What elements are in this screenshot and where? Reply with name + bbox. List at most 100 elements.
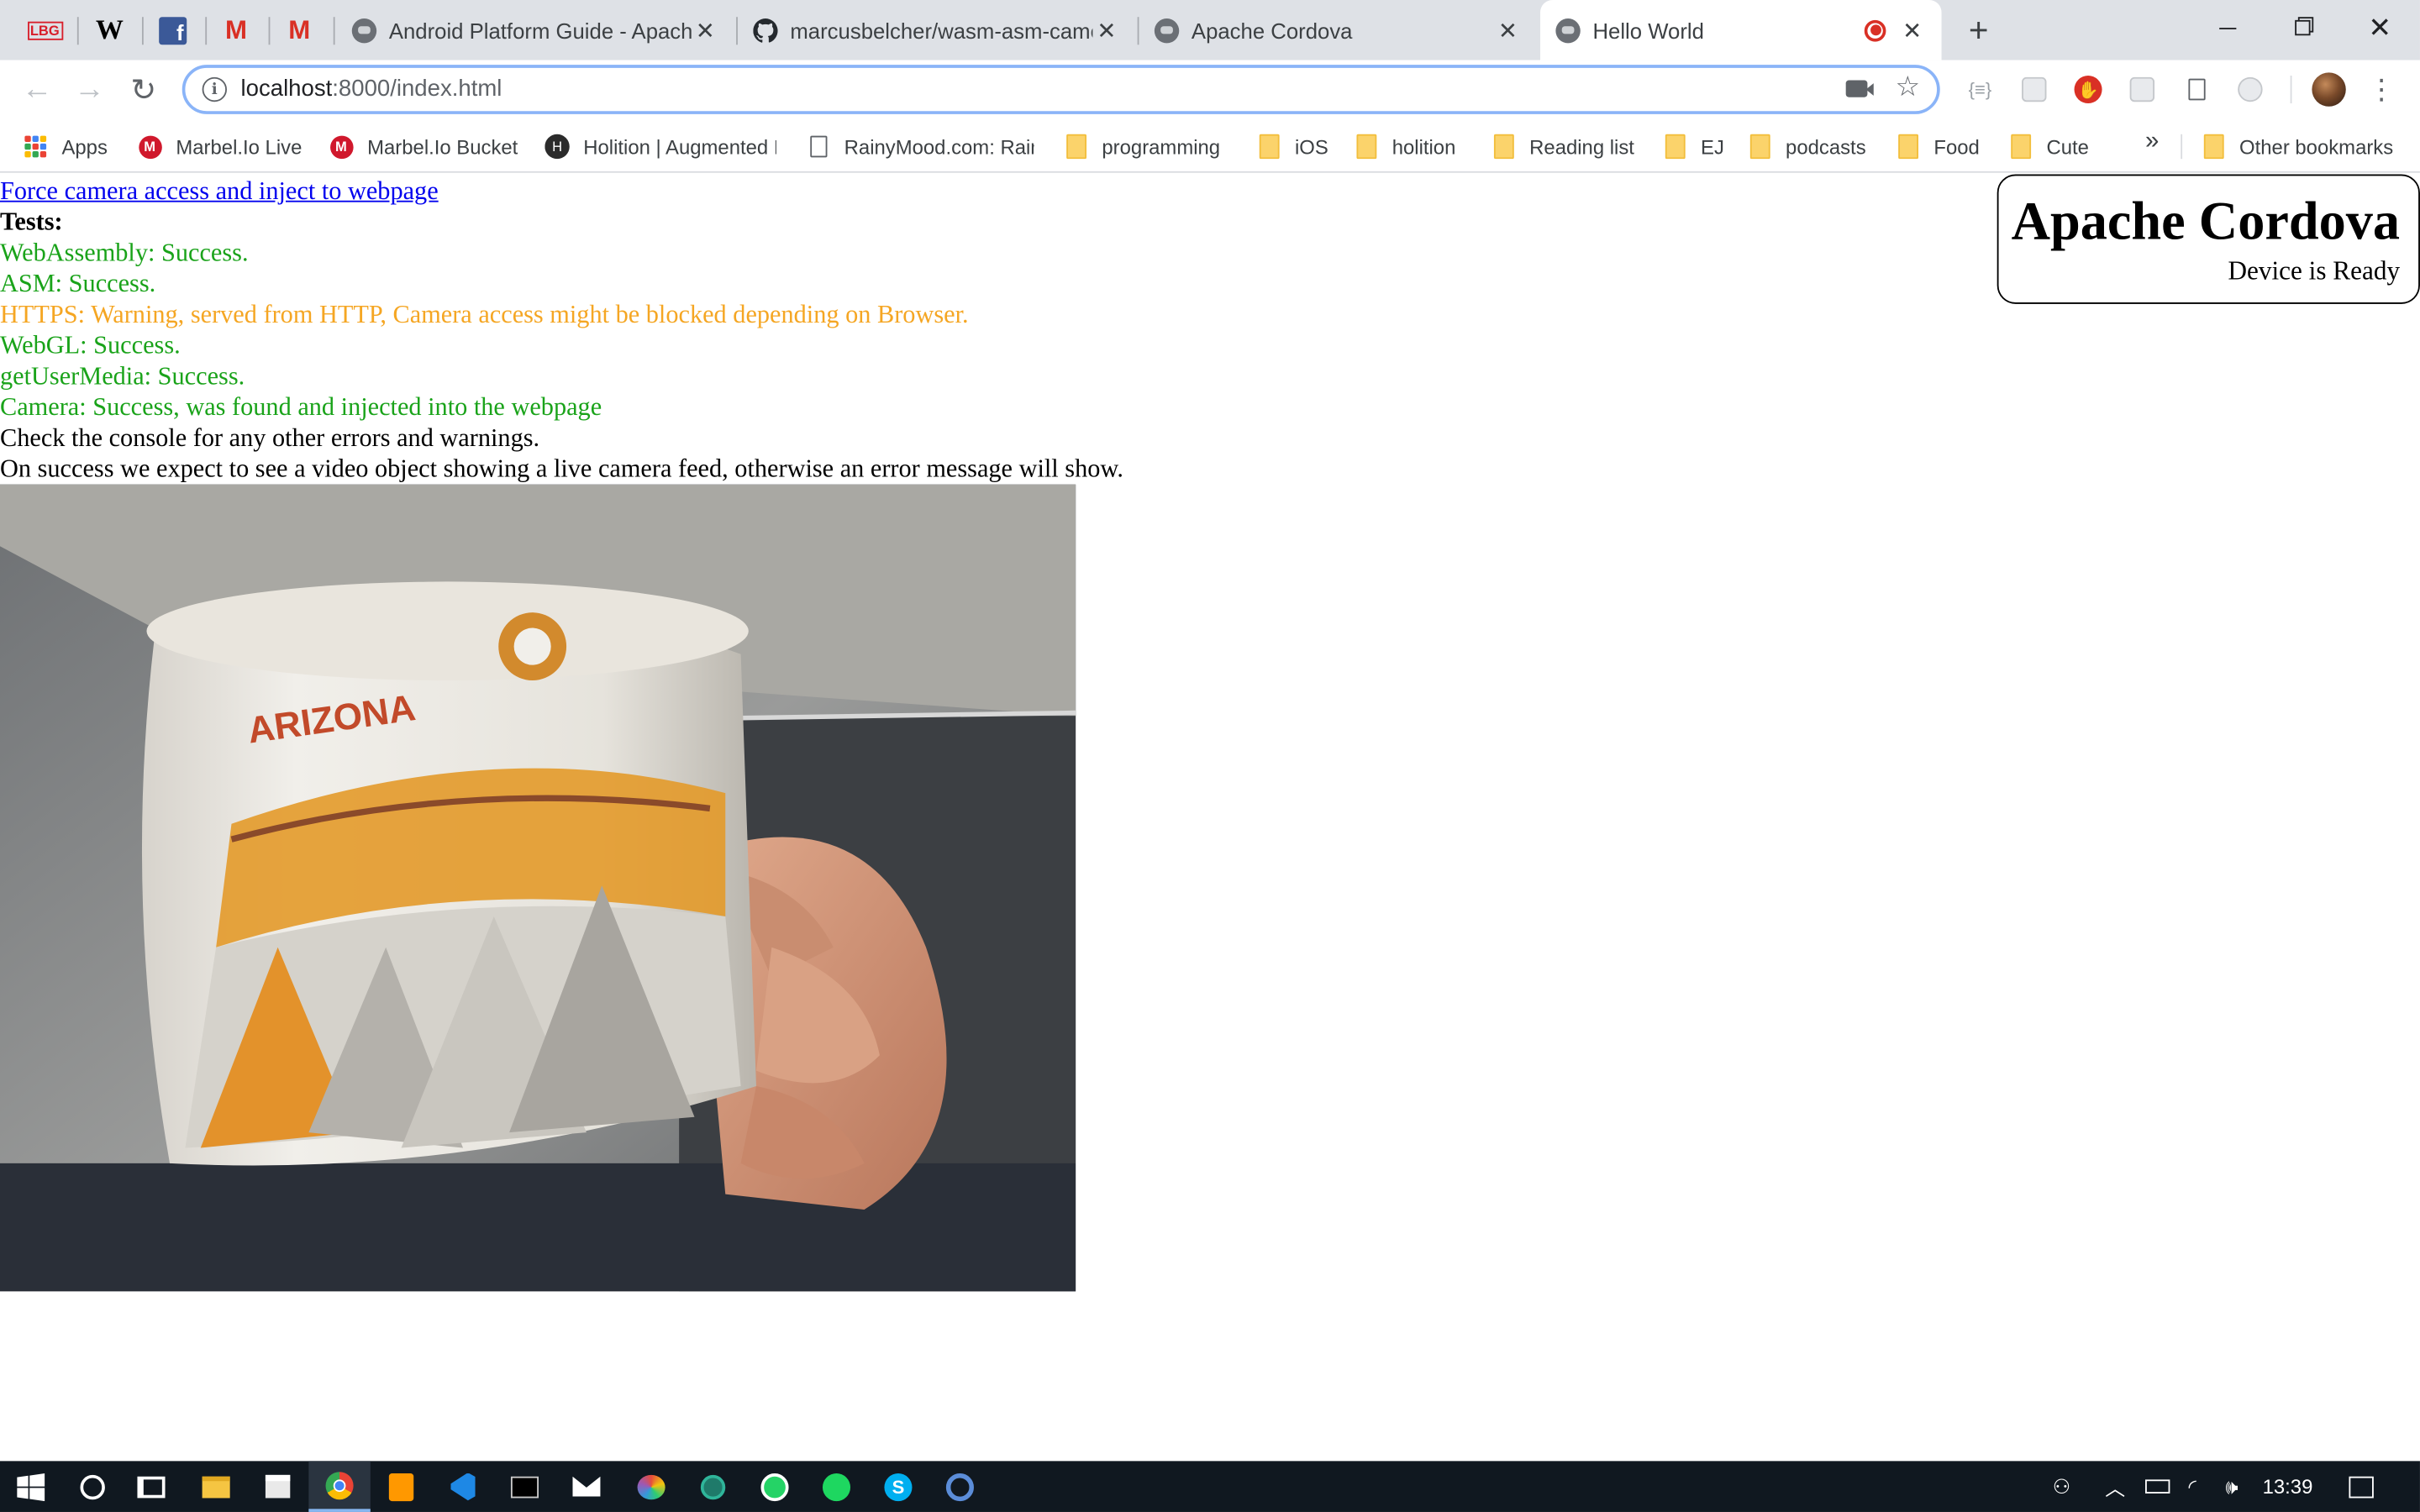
extension-icon[interactable] <box>2235 74 2266 105</box>
bookmark-label: programming <box>1102 134 1221 159</box>
taskbar-app-blue[interactable] <box>929 1461 991 1512</box>
tab-title: Android Platform Guide - Apache Cordova <box>388 18 692 43</box>
bookmark-folder-ej[interactable]: EJ <box>1662 131 1724 162</box>
tab-android-platform-guide[interactable]: Android Platform Guide - Apache Cordova … <box>336 0 734 60</box>
stop-extension-icon[interactable]: ✋ <box>2073 74 2104 105</box>
restore-window-button[interactable] <box>2265 0 2339 55</box>
browser-toolbar: ← → ↻ i localhost:8000/index.html ☆ {≡} … <box>0 60 2420 119</box>
pinned-tab-wikipedia[interactable]: W <box>77 0 142 60</box>
bookmark-star-icon[interactable]: ☆ <box>1895 71 1920 103</box>
bookmark-folder-ios[interactable]: iOS <box>1256 131 1328 162</box>
reload-button[interactable]: ↻ <box>122 68 165 111</box>
show-hidden-icons-button[interactable]: ︿ <box>2105 1461 2125 1512</box>
people-button[interactable]: ⚇ <box>2053 1461 2070 1512</box>
test-result-webgl: WebGL: Success. <box>0 330 181 360</box>
github-favicon-icon <box>753 18 778 42</box>
whatsapp-icon <box>760 1473 789 1501</box>
taskbar-chrome[interactable] <box>308 1461 371 1512</box>
cortana-search-button[interactable] <box>61 1461 123 1512</box>
taskbar-terminal[interactable] <box>494 1461 555 1512</box>
bookmark-folder-holition[interactable]: holition <box>1354 131 1455 162</box>
pinned-tab-lbg[interactable]: LBG <box>13 0 77 60</box>
taskbar-sublime[interactable] <box>371 1461 432 1512</box>
toolbar-separator <box>2290 75 2292 104</box>
taskbar-vscode[interactable] <box>432 1461 493 1512</box>
close-window-button[interactable]: ✕ <box>2343 0 2417 55</box>
tab-strip: LBG W f M M Android Platform Guide - Apa… <box>0 0 2420 60</box>
bookmark-rainymood[interactable]: RainyMood.com: Rain is <box>806 131 1034 162</box>
bookmark-holition[interactable]: H Holition | Augmented Reality <box>544 131 776 162</box>
bookmark-marbel-live[interactable]: M Marbel.Io Live <box>137 131 310 162</box>
taskbar-clock[interactable]: 13:39 <box>2263 1461 2313 1512</box>
browser-menu-button[interactable]: ⋮ <box>2366 70 2397 110</box>
wikipedia-favicon-icon: W <box>95 13 124 45</box>
camera-video-feed[interactable]: ARIZONA <box>0 484 1076 1292</box>
taskbar-file-explorer[interactable] <box>185 1461 246 1512</box>
bookmark-marbel-bucket[interactable]: M Marbel.Io Bucket <box>329 131 524 162</box>
extension-circle-icon <box>2238 76 2263 102</box>
bookmark-label: Marbel.Io Live <box>176 134 302 159</box>
bookmark-label: RainyMood.com: Rain is <box>844 134 1034 159</box>
bookmarks-bar: Apps M Marbel.Io Live M Marbel.Io Bucket… <box>0 118 2420 173</box>
back-button[interactable]: ← <box>15 68 58 111</box>
bookmark-folder-podcasts[interactable]: podcasts <box>1747 131 1866 162</box>
url-path: :8000/index.html <box>332 75 502 102</box>
task-view-button[interactable] <box>120 1461 182 1512</box>
bookmark-other-bookmarks[interactable]: Other bookmarks <box>2201 131 2393 162</box>
recording-indicator-icon <box>1864 18 1886 41</box>
battery-indicator[interactable] <box>2145 1461 2170 1512</box>
extension-box-icon <box>2129 76 2155 102</box>
pinned-tab-facebook[interactable]: f <box>140 0 205 60</box>
lbg-favicon-icon: LBG <box>27 20 63 39</box>
start-button[interactable] <box>0 1461 61 1512</box>
bookmark-folder-food[interactable]: Food <box>1895 131 1980 162</box>
document-extension-icon[interactable] <box>2181 74 2212 105</box>
camera-in-use-icon[interactable] <box>1845 80 1874 97</box>
apps-grid-icon <box>24 134 48 159</box>
forward-button[interactable]: → <box>68 68 111 111</box>
close-tab-icon[interactable]: ✕ <box>1494 16 1522 44</box>
arrow-right-icon: → <box>74 71 105 106</box>
taskbar-spotify[interactable] <box>806 1461 867 1512</box>
taskbar-app-paint[interactable] <box>620 1461 681 1512</box>
new-tab-button[interactable]: + <box>1957 9 2000 52</box>
json-viewer-extension-icon[interactable]: {≡} <box>1965 74 1996 105</box>
address-bar[interactable]: i localhost:8000/index.html ☆ <box>182 65 1940 114</box>
battery-icon <box>2145 1479 2170 1494</box>
taskbar-store[interactable] <box>247 1461 308 1512</box>
taskbar-mail[interactable] <box>555 1461 617 1512</box>
bookmark-folder-cute[interactable]: Cute <box>2008 131 2089 162</box>
close-tab-icon[interactable]: ✕ <box>1092 16 1120 44</box>
cordova-favicon-icon <box>351 18 377 43</box>
minimize-window-button[interactable] <box>2190 0 2264 55</box>
network-indicator[interactable]: ◜ <box>2188 1461 2196 1512</box>
action-center-button[interactable] <box>2349 1461 2374 1512</box>
folder-icon <box>1662 134 1686 160</box>
extension-icon[interactable] <box>2127 74 2158 105</box>
pinned-tab-gmail-1[interactable]: M <box>203 0 268 60</box>
taskbar-skype[interactable]: S <box>867 1461 929 1512</box>
site-info-icon[interactable]: i <box>202 76 227 102</box>
bookmark-apps[interactable]: Apps <box>24 131 108 162</box>
close-tab-icon[interactable]: ✕ <box>1898 16 1926 44</box>
tab-apache-cordova[interactable]: Apache Cordova ✕ <box>1139 0 1537 60</box>
windows-taskbar: S ⚇ ︿ ◜ 🕪 13:39 <box>0 1461 2420 1512</box>
url-text[interactable]: localhost:8000/index.html <box>241 76 502 102</box>
taskbar-app-globe[interactable] <box>682 1461 744 1512</box>
pinned-tab-gmail-2[interactable]: M <box>267 0 332 60</box>
tab-hello-world[interactable]: Hello World ✕ <box>1540 0 1942 60</box>
volume-indicator[interactable]: 🕪 <box>2226 1461 2238 1512</box>
tab-github-repo[interactable]: marcusbelcher/wasm-asm-camera-webgl-test… <box>738 0 1136 60</box>
bookmark-folder-programming[interactable]: programming <box>1063 131 1220 162</box>
extension-icon[interactable] <box>2018 74 2049 105</box>
profile-avatar[interactable] <box>2312 72 2346 107</box>
tab-title: marcusbelcher/wasm-asm-camera-webgl-test <box>790 18 1092 43</box>
bookmark-label: Other bookmarks <box>2239 134 2394 159</box>
bookmarks-overflow-chevron-icon[interactable]: » <box>2145 128 2159 155</box>
bookmark-folder-reading-list[interactable]: Reading list <box>1491 131 1634 162</box>
taskbar-whatsapp[interactable] <box>744 1461 805 1512</box>
force-camera-link[interactable]: Force camera access and inject to webpag… <box>0 176 439 207</box>
bookmark-label: iOS <box>1294 134 1328 159</box>
bookmark-label: podcasts <box>1786 134 1866 159</box>
close-tab-icon[interactable]: ✕ <box>692 16 719 44</box>
